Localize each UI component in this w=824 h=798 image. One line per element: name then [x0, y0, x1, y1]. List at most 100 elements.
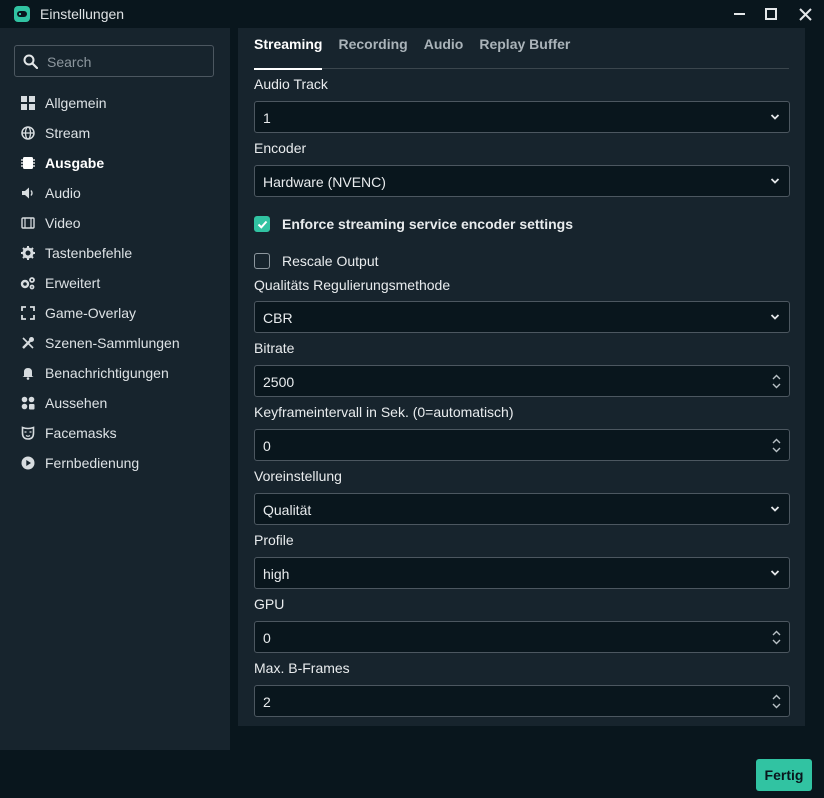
sidebar-item-video[interactable]: Video — [0, 208, 230, 238]
encoder-value: Hardware (NVENC) — [263, 174, 386, 190]
close-icon — [798, 7, 812, 21]
sidebar-item-label: Facemasks — [45, 425, 117, 441]
sidebar-item-label: Audio — [45, 185, 81, 201]
footer-bar: Fertig — [0, 750, 824, 798]
close-button[interactable] — [794, 4, 816, 24]
chevron-down-icon — [770, 114, 780, 120]
settings-nav: Allgemein Stream Ausgabe Audio Video Tas… — [0, 88, 230, 478]
profile-label: Profile — [254, 532, 294, 548]
sidebar: Allgemein Stream Ausgabe Audio Video — [0, 28, 230, 750]
output-settings-panel: Streaming Recording Audio Replay Buffer … — [238, 28, 805, 726]
gears-icon — [20, 275, 36, 291]
chevron-down-icon — [770, 178, 780, 184]
sidebar-item-tastenbefehle[interactable]: Tastenbefehle — [0, 238, 230, 268]
keyframe-interval-value: 0 — [263, 438, 271, 454]
minimize-button[interactable] — [728, 4, 750, 24]
maximize-icon — [765, 8, 777, 20]
chevron-down-icon — [770, 314, 780, 320]
sidebar-item-ausgabe[interactable]: Ausgabe — [0, 148, 230, 178]
bitrate-label: Bitrate — [254, 340, 295, 356]
speaker-icon — [20, 185, 36, 201]
sidebar-item-aussehen[interactable]: Aussehen — [0, 388, 230, 418]
palette-icon — [20, 395, 36, 411]
title-bar: Einstellungen — [0, 0, 824, 28]
rate-control-label: Qualitäts Regulierungsmethode — [254, 277, 451, 293]
tab-audio[interactable]: Audio — [424, 28, 464, 69]
spinner-arrows-icon[interactable] — [771, 436, 782, 455]
preset-select[interactable]: Qualität — [254, 493, 790, 525]
profile-select[interactable]: high — [254, 557, 790, 589]
maximize-button[interactable] — [760, 4, 782, 24]
audio-track-value: 1 — [263, 110, 271, 126]
sidebar-item-label: Fernbedienung — [45, 455, 140, 471]
preset-value: Qualität — [263, 502, 312, 518]
scrollbar[interactable] — [811, 28, 824, 750]
checkbox-checked[interactable] — [254, 216, 270, 232]
profile-value: high — [263, 566, 290, 582]
gpu-value: 0 — [263, 630, 271, 646]
window-title: Einstellungen — [40, 6, 125, 22]
sidebar-item-stream[interactable]: Stream — [0, 118, 230, 148]
spinner-arrows-icon[interactable] — [771, 372, 782, 391]
sidebar-item-label: Stream — [45, 125, 91, 141]
sidebar-item-benachrichtigungen[interactable]: Benachrichtigungen — [0, 358, 230, 388]
encoder-label: Encoder — [254, 140, 307, 156]
sidebar-item-label: Szenen-Sammlungen — [45, 335, 180, 351]
globe-icon — [20, 125, 36, 141]
tab-streaming[interactable]: Streaming — [254, 28, 323, 70]
search-input[interactable] — [47, 52, 207, 72]
tab-recording[interactable]: Recording — [338, 28, 407, 69]
sidebar-item-erweitert[interactable]: Erweitert — [0, 268, 230, 298]
bitrate-input[interactable]: 2500 — [254, 365, 790, 397]
bframes-value: 2 — [263, 694, 271, 710]
enforce-encoder-settings-checkbox[interactable]: Enforce streaming service encoder settin… — [254, 216, 790, 232]
sidebar-item-label: Tastenbefehle — [45, 245, 133, 261]
rate-control-select[interactable]: CBR — [254, 301, 790, 333]
film-icon — [20, 215, 36, 231]
preset-label: Voreinstellung — [254, 468, 342, 484]
tools-icon — [20, 335, 36, 351]
sidebar-item-label: Erweitert — [45, 275, 101, 291]
sidebar-item-label: Video — [45, 215, 81, 231]
streamlabs-logo-icon — [14, 6, 30, 22]
done-button[interactable]: Fertig — [756, 759, 812, 791]
audio-track-select[interactable]: 1 — [254, 101, 790, 133]
minimize-icon — [733, 13, 745, 15]
chevron-down-icon — [770, 570, 780, 576]
streaming-fields: Audio Track 1 Encoder Hardware (NVENC) E… — [254, 69, 790, 717]
bitrate-value: 2500 — [263, 374, 295, 390]
rescale-output-label: Rescale Output — [282, 253, 379, 269]
sidebar-item-label: Benachrichtigungen — [45, 365, 169, 381]
gpu-input[interactable]: 0 — [254, 621, 790, 653]
bframes-label: Max. B-Frames — [254, 660, 350, 676]
sidebar-item-label: Allgemein — [45, 95, 107, 111]
spinner-arrows-icon[interactable] — [771, 692, 782, 711]
sidebar-item-fernbedienung[interactable]: Fernbedienung — [0, 448, 230, 478]
checkbox-unchecked[interactable] — [254, 253, 270, 269]
enforce-encoder-settings-label: Enforce streaming service encoder settin… — [282, 216, 573, 232]
audio-track-label: Audio Track — [254, 76, 328, 92]
rate-control-value: CBR — [263, 310, 293, 326]
sidebar-item-label: Game-Overlay — [45, 305, 137, 321]
sidebar-item-game-overlay[interactable]: Game-Overlay — [0, 298, 230, 328]
bell-icon — [20, 365, 36, 381]
output-icon — [20, 155, 36, 171]
encoder-select[interactable]: Hardware (NVENC) — [254, 165, 790, 197]
sidebar-item-szenen-sammlungen[interactable]: Szenen-Sammlungen — [0, 328, 230, 358]
tab-replay-buffer[interactable]: Replay Buffer — [479, 28, 570, 69]
sidebar-item-facemasks[interactable]: Facemasks — [0, 418, 230, 448]
sidebar-item-allgemein[interactable]: Allgemein — [0, 88, 230, 118]
play-circle-icon — [20, 455, 36, 471]
keyframe-interval-label: Keyframeintervall in Sek. (0=automatisch… — [254, 404, 514, 420]
mask-icon — [20, 425, 36, 441]
keyframe-interval-input[interactable]: 0 — [254, 429, 790, 461]
search-box[interactable] — [14, 45, 214, 77]
expand-icon — [20, 305, 36, 321]
sidebar-item-audio[interactable]: Audio — [0, 178, 230, 208]
bframes-input[interactable]: 2 — [254, 685, 790, 717]
gpu-label: GPU — [254, 596, 285, 612]
sidebar-item-label: Aussehen — [45, 395, 108, 411]
rescale-output-checkbox[interactable]: Rescale Output — [254, 253, 790, 269]
output-tabs: Streaming Recording Audio Replay Buffer — [254, 28, 789, 70]
spinner-arrows-icon[interactable] — [771, 628, 782, 647]
